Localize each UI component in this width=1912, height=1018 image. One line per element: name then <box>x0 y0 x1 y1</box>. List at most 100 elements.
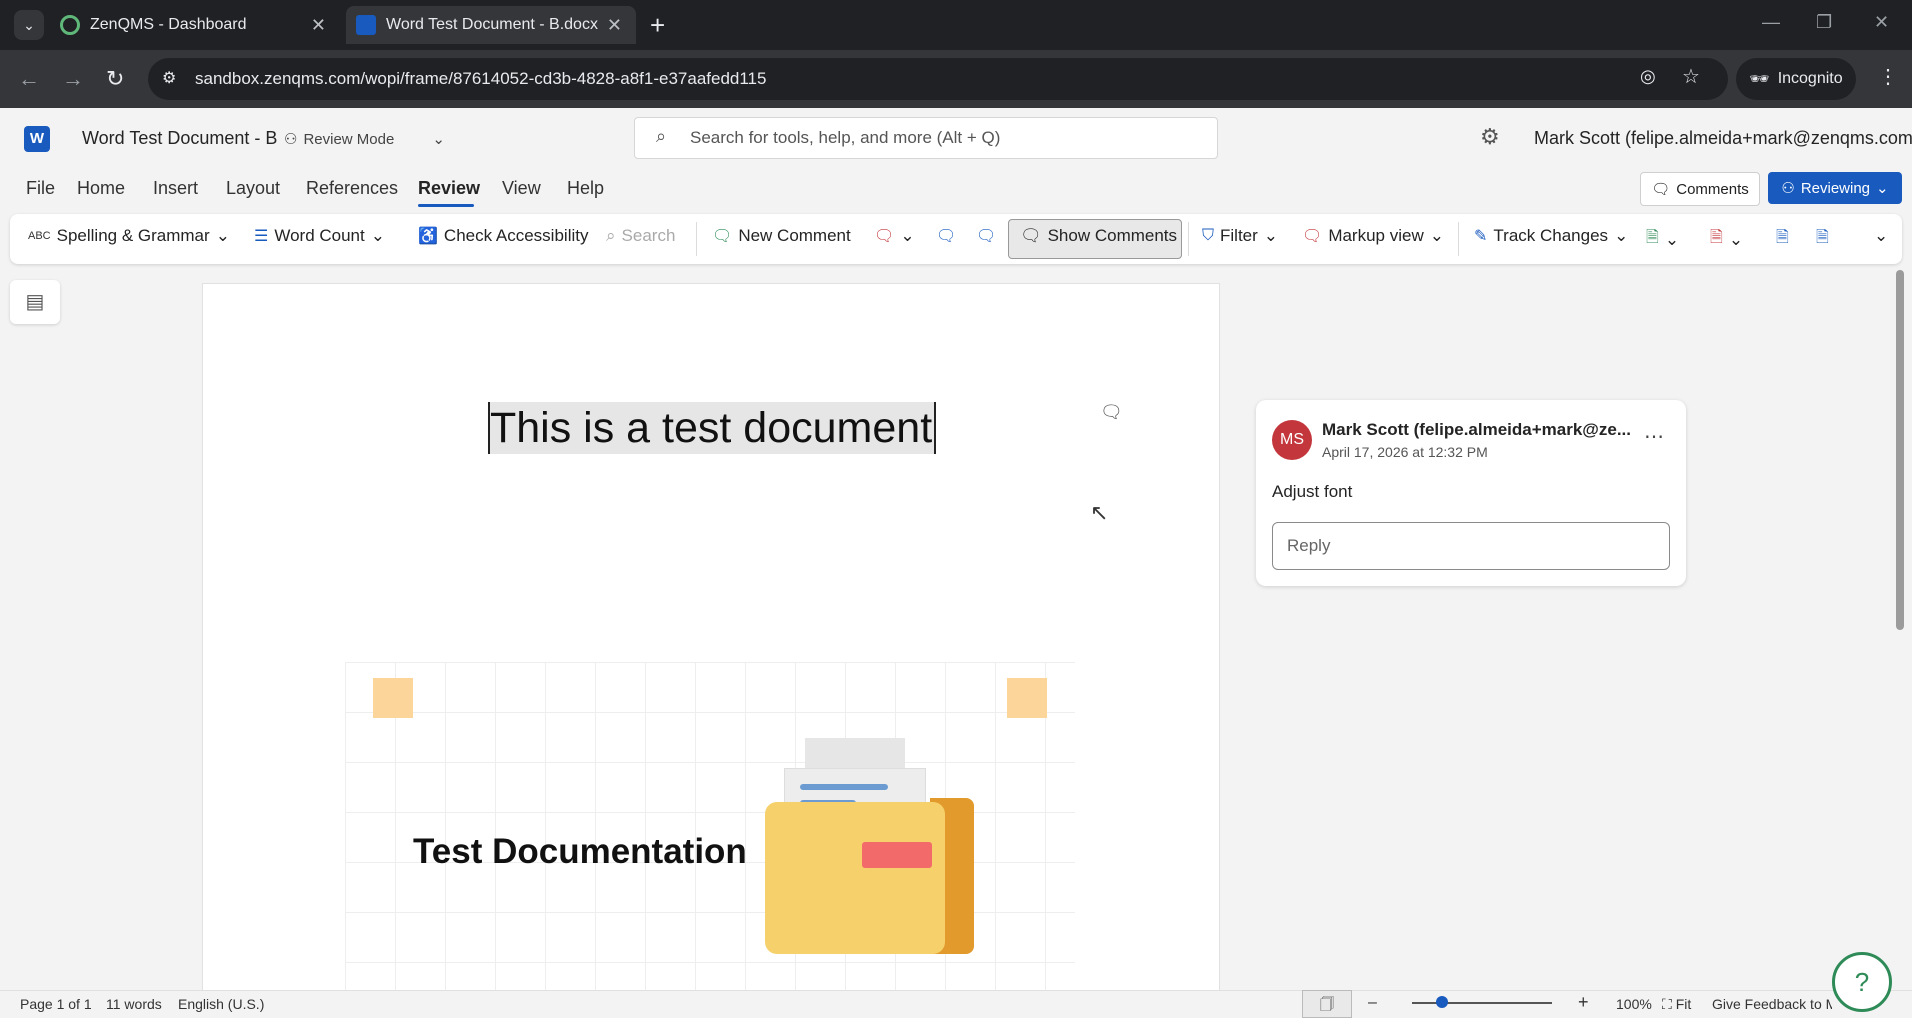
zoom-out-icon[interactable]: – <box>1368 994 1377 1012</box>
help-question-icon[interactable]: ? <box>1832 952 1892 1012</box>
tab-view[interactable]: View <box>502 178 541 199</box>
reject-change-button[interactable]: 🗎 ⌄ <box>1710 226 1743 253</box>
illustration-title: Test Documentation <box>413 832 747 871</box>
close-tab-icon[interactable]: ✕ <box>607 15 622 36</box>
show-comments-content[interactable]: 🗨 Show Comments <box>1020 226 1177 246</box>
chevron-down-icon[interactable]: ⌄ <box>1430 226 1444 246</box>
chevron-down-icon[interactable]: ⌄ <box>1729 230 1743 250</box>
more-options-icon[interactable]: ⋯ <box>1644 424 1664 449</box>
comment-icon: 🗨 <box>1020 226 1042 245</box>
navigation-pane-icon[interactable]: ▤ <box>10 280 60 324</box>
new-tab-button[interactable]: + <box>650 10 665 41</box>
document-title[interactable]: Word Test Document - B <box>82 128 277 149</box>
previous-change-button[interactable]: 🗎 <box>1776 226 1789 253</box>
word-count-button[interactable]: ☰ Word Count ⌄ <box>254 226 385 246</box>
spelling-grammar-button[interactable]: ABC Spelling & Grammar ⌄ <box>28 226 230 246</box>
reply-input[interactable]: Reply <box>1272 522 1670 570</box>
check-accessibility-button[interactable]: ♿ Check Accessibility <box>418 226 588 246</box>
document-heading[interactable]: This is a test document <box>488 402 937 454</box>
next-change-button[interactable]: 🗎 <box>1816 226 1829 253</box>
tab-references[interactable]: References <box>306 178 398 199</box>
chevron-down-icon[interactable]: ⌄ <box>432 130 445 148</box>
new-comment-button[interactable]: 🗨 New Comment <box>712 226 851 246</box>
browser-menu-icon[interactable]: ⋮ <box>1878 64 1898 89</box>
avatar: MS <box>1272 420 1312 460</box>
tracking-protection-icon[interactable]: ◎ <box>1640 66 1656 87</box>
next-comment-button[interactable]: 🗨 <box>976 226 996 246</box>
settings-gear-icon[interactable]: ⚙ <box>1480 124 1500 150</box>
markup-view-button[interactable]: 🗨 Markup view ⌄ <box>1302 226 1444 246</box>
word-count[interactable]: 11 words <box>106 996 162 1012</box>
close-window-icon[interactable]: ✕ <box>1874 12 1889 33</box>
filter-button[interactable]: ⛉ Filter ⌄ <box>1202 226 1278 246</box>
decorative-square <box>1007 678 1047 718</box>
comment-marker-icon[interactable]: 🗨 <box>1100 402 1123 423</box>
previous-change-icon: 🗎 <box>1776 229 1789 246</box>
back-icon[interactable]: ← <box>18 66 40 92</box>
paper-line <box>800 784 888 790</box>
close-tab-icon[interactable]: ✕ <box>311 15 326 36</box>
previous-comment-button[interactable]: 🗨 <box>936 226 956 246</box>
tab-review[interactable]: Review <box>418 178 480 199</box>
folder-label <box>862 842 932 868</box>
zoom-slider-thumb[interactable] <box>1436 996 1448 1008</box>
markup-icon: 🗨 <box>1302 228 1323 245</box>
language[interactable]: English (U.S.) <box>178 996 264 1012</box>
tab-layout[interactable]: Layout <box>226 178 280 199</box>
mouse-cursor-icon: ↖ <box>1090 500 1109 525</box>
browser-tab-zenqms[interactable]: ZenQMS - Dashboard ✕ <box>50 6 340 44</box>
chevron-down-icon[interactable]: ⌄ <box>900 226 914 246</box>
chevron-down-icon[interactable]: ⌄ <box>371 226 385 246</box>
next-comment-icon: 🗨 <box>976 228 997 245</box>
track-changes-button[interactable]: ✎ Track Changes ⌄ <box>1474 226 1628 246</box>
incognito-label: Incognito <box>1777 70 1843 87</box>
reload-icon[interactable]: ↻ <box>106 66 124 92</box>
chevron-down-icon[interactable]: ⌄ <box>1665 230 1679 250</box>
site-info-icon[interactable]: ⚙ <box>162 68 176 88</box>
delete-comment-button[interactable]: 🗨 ⌄ <box>874 226 915 246</box>
fit-button[interactable]: ⛶ Fit <box>1662 996 1691 1013</box>
comments-button[interactable]: 🗨 Comments <box>1640 172 1760 206</box>
review-mode-indicator[interactable]: ⚇ Review Mode ⌄ <box>284 130 445 149</box>
track-changes-label: Track Changes <box>1493 226 1609 245</box>
ribbon-divider <box>1458 222 1459 256</box>
user-account[interactable]: Mark Scott (felipe.almeida+mark@zenqms.c… <box>1534 128 1912 149</box>
accessibility-icon: ♿ <box>418 228 438 245</box>
print-layout-view-icon[interactable]: 🗍 <box>1302 990 1352 1018</box>
minimize-icon[interactable]: — <box>1762 12 1780 33</box>
accept-change-button[interactable]: 🗎 ⌄ <box>1646 226 1679 253</box>
reviewing-mode-button[interactable]: ⚇ Reviewing ⌄ <box>1768 172 1902 204</box>
tab-home[interactable]: Home <box>77 178 125 199</box>
restore-icon[interactable]: ❐ <box>1816 12 1832 33</box>
next-change-icon: 🗎 <box>1816 229 1829 246</box>
comments-label: Comments <box>1676 180 1749 198</box>
delete-comment-icon: 🗨 <box>874 228 895 245</box>
browser-tab-word[interactable]: Word Test Document - B.docx ✕ <box>346 6 636 44</box>
search-icon: ⌕ <box>606 226 616 245</box>
vertical-scrollbar[interactable] <box>1896 270 1904 630</box>
word-logo-icon[interactable]: W <box>24 126 50 152</box>
reviewing-label: Reviewing <box>1800 179 1871 197</box>
ribbon-expand-chevron-icon[interactable]: ⌄ <box>1874 226 1888 246</box>
ribbon-search-button[interactable]: ⌕ Search <box>606 226 675 246</box>
forward-icon[interactable]: → <box>62 66 84 92</box>
check-accessibility-label: Check Accessibility <box>443 226 589 245</box>
search-placeholder[interactable]: Search for tools, help, and more (Alt + … <box>690 128 1000 148</box>
chevron-down-icon[interactable]: ⌄ <box>216 226 230 246</box>
tab-file[interactable]: File <box>26 178 55 199</box>
url-text[interactable]: sandbox.zenqms.com/wopi/frame/87614052-c… <box>195 69 766 89</box>
tab-insert[interactable]: Insert <box>153 178 198 199</box>
zoom-slider[interactable] <box>1412 1002 1552 1004</box>
tab-help[interactable]: Help <box>567 178 604 199</box>
chevron-down-icon[interactable]: ⌄ <box>1264 226 1278 246</box>
bookmark-star-icon[interactable]: ☆ <box>1682 64 1700 89</box>
feedback-link[interactable]: Give Feedback to Microsoft <box>1712 996 1832 1012</box>
zoom-level[interactable]: 100% <box>1616 996 1652 1012</box>
chevron-down-icon[interactable]: ⌄ <box>1614 226 1628 246</box>
zoom-in-icon[interactable]: + <box>1578 992 1589 1013</box>
show-comments-label: Show Comments <box>1047 226 1178 245</box>
reviewing-icon: ⚇ <box>1781 180 1795 197</box>
tab-search-button[interactable]: ⌄ <box>14 10 44 40</box>
page-count[interactable]: Page 1 of 1 <box>20 996 92 1012</box>
incognito-badge[interactable]: 🕶 Incognito <box>1736 58 1856 100</box>
